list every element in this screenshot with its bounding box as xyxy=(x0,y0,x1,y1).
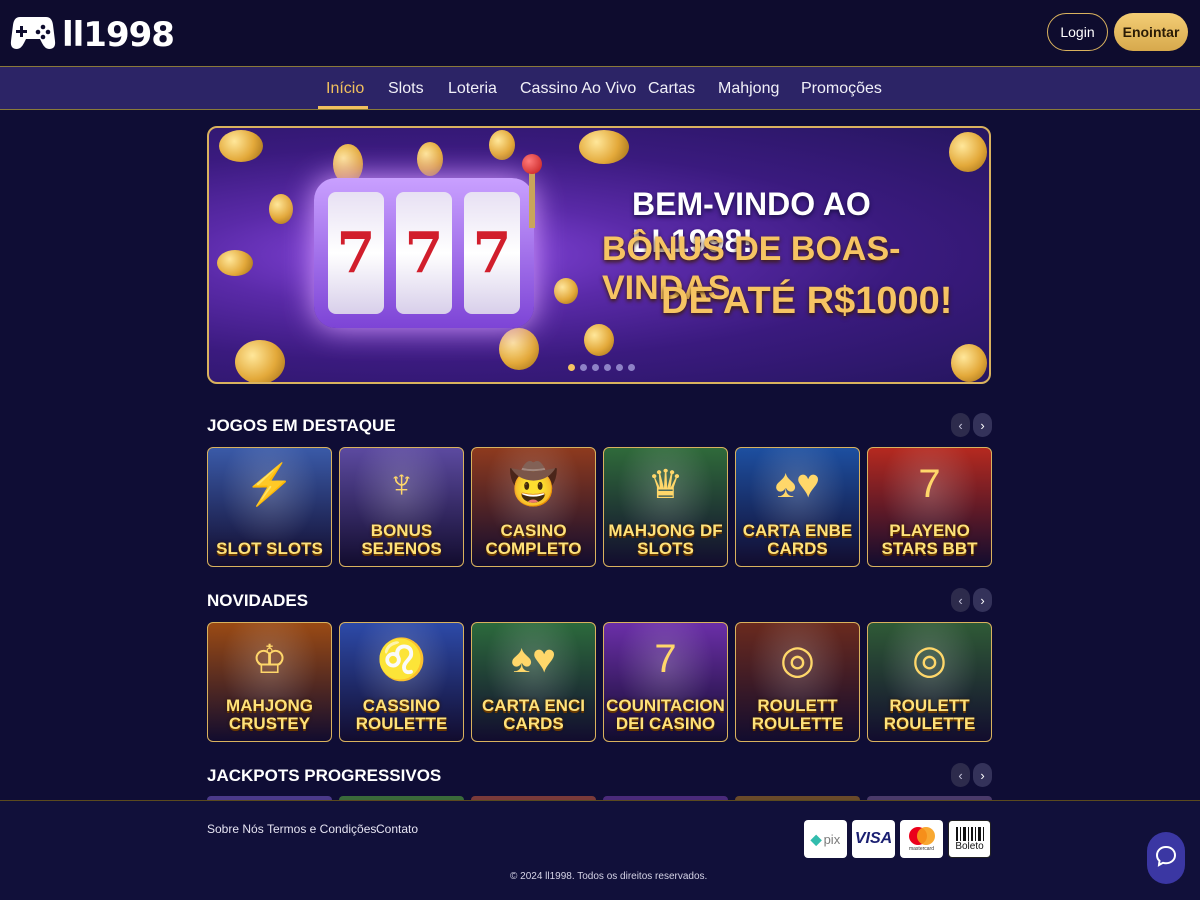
game-tile[interactable]: ♔ MAHJONG CRUSTEY xyxy=(207,622,332,742)
promo-banner[interactable]: 7 7 7 BEM-VINDO AO LL1998! BÔNUS DE BOAS… xyxy=(207,126,991,384)
coin-icon xyxy=(217,250,253,276)
main-nav: Início Slots Loteria Cassino Ao Vivo Car… xyxy=(0,66,1200,110)
prev-arrow-button[interactable]: ‹ xyxy=(951,763,970,787)
coin-icon xyxy=(949,132,987,172)
playing-cards-icon: ♠♥ xyxy=(775,462,820,507)
site-header: ll1998 Login Enointar xyxy=(0,0,1200,66)
footer-link-contact[interactable]: Contato xyxy=(376,822,418,836)
nav-item-loteria[interactable]: Loteria xyxy=(448,67,497,110)
roulette-wheel-icon: ◎ xyxy=(780,637,815,682)
crown-icon: ♛ xyxy=(647,462,684,507)
lever-knob xyxy=(522,154,542,174)
footer-link-terms[interactable]: Termos e Condições xyxy=(267,822,376,836)
section-title-featured: JOGOS EM DESTAQUE xyxy=(207,416,396,435)
game-tile[interactable]: ◎ ROULETT ROULETTE xyxy=(867,622,992,742)
chat-bubble-icon xyxy=(1154,844,1178,873)
carousel-dot[interactable] xyxy=(616,364,623,371)
chat-button[interactable] xyxy=(1147,832,1185,884)
lion-icon: ♌ xyxy=(376,638,427,683)
game-tile-title: ROULETT ROULETTE xyxy=(751,696,844,734)
banner-offer: DE ATÉ R$1000! xyxy=(661,280,953,322)
coin-icon xyxy=(579,130,629,164)
nav-active-indicator xyxy=(318,106,368,109)
slot-reel: 7 xyxy=(328,192,384,314)
mastercard-payment-icon: mastercard xyxy=(900,820,943,858)
game-tile-title: ROULETT ROULETTE xyxy=(883,696,976,734)
gods-icon: ⚡ xyxy=(244,463,295,508)
nav-item-cassino-ao-vivo[interactable]: Cassino Ao Vivo xyxy=(520,67,636,110)
coin-icon xyxy=(417,142,443,176)
game-tile[interactable]: ⚡ SLOT SLOTS xyxy=(207,447,332,567)
copyright-text: © 2024 ll1998. Todos os direitos reserva… xyxy=(510,871,708,882)
game-tile[interactable]: 7 PLAYENO STARS BBT xyxy=(867,447,992,567)
pix-payment-icon: ◆ pix xyxy=(804,820,847,858)
boleto-payment-icon: Boleto xyxy=(948,820,991,858)
nav-item-mahjong[interactable]: Mahjong xyxy=(718,67,779,110)
slot-machine-illustration: 7 7 7 xyxy=(314,178,534,328)
game-tile[interactable]: 7 COUNITACION DEI CASINO xyxy=(603,622,728,742)
nav-item-slots[interactable]: Slots xyxy=(388,67,424,110)
coin-icon xyxy=(554,278,578,304)
game-tile[interactable]: ♆ BONUS SEJENOS xyxy=(339,447,464,567)
section-title-jackpots: JACKPOTS PROGRESSIVOS xyxy=(207,766,442,785)
site-footer: Sobre Nós Termos e Condições Contato ◆ pi… xyxy=(0,800,1200,900)
prev-arrow-button[interactable]: ‹ xyxy=(951,413,970,437)
game-tile[interactable]: 🤠 CASINO COMPLETO xyxy=(471,447,596,567)
login-button[interactable]: Login xyxy=(1047,13,1108,51)
game-tile-title: CARTA ENBE CARDS xyxy=(742,521,853,559)
coin-icon xyxy=(499,328,539,370)
nav-item-cartas[interactable]: Cartas xyxy=(648,67,695,110)
register-button[interactable]: Enointar xyxy=(1114,13,1188,51)
game-tile-title: MAHJONG CRUSTEY xyxy=(226,696,313,734)
coin-icon xyxy=(269,194,293,224)
game-tile[interactable]: ♠♥ CARTA ENBE CARDS xyxy=(735,447,860,567)
adventurer-icon: 🤠 xyxy=(508,463,559,508)
coin-icon xyxy=(951,344,987,382)
carousel-dots xyxy=(568,364,635,371)
carousel-dot[interactable] xyxy=(592,364,599,371)
game-tile-title: CASINO COMPLETO xyxy=(485,521,582,559)
visa-payment-icon: VISA xyxy=(852,820,895,858)
nav-item-promocoes[interactable]: Promoções xyxy=(801,67,882,110)
game-tile-title: BONUS SEJENOS xyxy=(361,521,442,559)
coin-icon xyxy=(219,130,263,162)
playing-cards-icon: ♠♥ xyxy=(511,637,556,682)
game-tile[interactable]: ◎ ROULETT ROULETTE xyxy=(735,622,860,742)
game-tile-title: COUNITACION DEI CASINO xyxy=(606,696,725,734)
golden-idol-icon: ♔ xyxy=(251,637,288,682)
carousel-dot[interactable] xyxy=(628,364,635,371)
game-tile-title: CASSINO ROULETTE xyxy=(355,696,448,734)
coin-icon xyxy=(235,340,285,382)
coin-icon xyxy=(489,130,515,160)
game-tile[interactable]: ♌ CASSINO ROULETTE xyxy=(339,622,464,742)
carousel-dot[interactable] xyxy=(568,364,575,371)
next-arrow-button[interactable]: › xyxy=(973,763,992,787)
coin-icon xyxy=(584,324,614,356)
brand-name: ll1998 xyxy=(62,14,175,55)
game-tile-title: SLOT SLOTS xyxy=(216,539,323,559)
next-arrow-button[interactable]: › xyxy=(973,588,992,612)
game-tile[interactable]: ♠♥ CARTA ENCI CARDS xyxy=(471,622,596,742)
lucky-seven-icon: 7 xyxy=(654,637,677,682)
next-arrow-button[interactable]: › xyxy=(973,413,992,437)
carousel-dot[interactable] xyxy=(604,364,611,371)
nav-item-inicio[interactable]: Início xyxy=(326,67,364,110)
game-tile-title: MAHJONG DF SLOTS xyxy=(608,521,723,559)
game-tile-title: CARTA ENCI CARDS xyxy=(482,696,585,734)
carousel-dot[interactable] xyxy=(580,364,587,371)
lucky-seven-icon: 7 xyxy=(918,462,941,507)
prev-arrow-button[interactable]: ‹ xyxy=(951,588,970,612)
zeus-icon: ♆ xyxy=(386,462,417,507)
slot-reel: 7 xyxy=(396,192,452,314)
game-tile[interactable]: ♛ MAHJONG DF SLOTS xyxy=(603,447,728,567)
slot-reel: 7 xyxy=(464,192,520,314)
logo[interactable]: ll1998 xyxy=(10,11,175,58)
gamepad-icon xyxy=(10,11,56,58)
roulette-wheel-icon: ◎ xyxy=(912,637,947,682)
section-title-new: NOVIDADES xyxy=(207,591,309,610)
footer-link-about[interactable]: Sobre Nós xyxy=(207,822,264,836)
game-tile-title: PLAYENO STARS BBT xyxy=(881,521,978,559)
